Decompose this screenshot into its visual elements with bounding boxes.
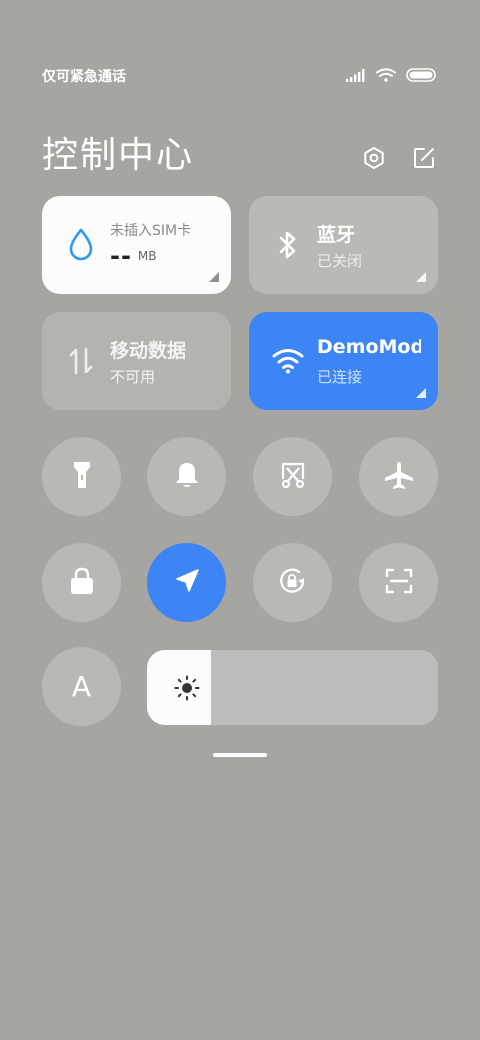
wifi-network-name: DemoMode — [317, 336, 421, 358]
bluetooth-label: 蓝牙 — [317, 224, 356, 246]
wifi-icon — [271, 344, 305, 378]
edit-icon[interactable] — [410, 144, 438, 172]
location-icon — [173, 567, 201, 599]
rotation-lock-toggle[interactable] — [253, 543, 332, 622]
expand-corner-icon — [209, 272, 219, 282]
wifi-icon — [376, 67, 396, 86]
data-usage-unit: MB — [137, 249, 157, 263]
expand-corner-icon — [416, 272, 426, 282]
expand-corner-icon — [416, 388, 426, 398]
scanner-toggle[interactable] — [359, 543, 438, 622]
carrier-text: 仅可紧急通话 — [42, 69, 126, 85]
notification-toggle[interactable] — [147, 437, 226, 516]
rotation-lock-icon — [277, 565, 309, 601]
bluetooth-tile[interactable]: 蓝牙 已关闭 — [249, 196, 438, 294]
scan-icon — [385, 567, 413, 599]
location-toggle[interactable] — [147, 543, 226, 622]
settings-icon[interactable] — [360, 144, 388, 172]
status-icons — [346, 67, 436, 86]
header-actions — [360, 144, 438, 172]
bluetooth-icon — [271, 228, 305, 262]
flashlight-toggle[interactable] — [42, 437, 121, 516]
mobile-data-status: 不可用 — [110, 368, 156, 386]
screenshot-toggle[interactable] — [253, 437, 332, 516]
wifi-status: 已连接 — [317, 368, 363, 386]
mobile-data-tile[interactable]: 移动数据 不可用 — [42, 312, 231, 410]
sun-icon — [173, 674, 201, 702]
home-indicator[interactable] — [213, 753, 267, 757]
data-usage-value: -- MB — [110, 242, 157, 270]
bluetooth-status: 已关闭 — [317, 252, 363, 270]
wifi-tile[interactable]: DemoMode 已连接 — [249, 312, 438, 410]
airplane-icon — [383, 460, 415, 494]
sim-status-text: 未插入SIM卡 — [110, 223, 192, 239]
data-usage-tile[interactable]: 未插入SIM卡 -- MB — [42, 196, 231, 294]
page-title: 控制中心 — [42, 135, 195, 176]
signal-icon — [346, 67, 366, 86]
screenshot-icon — [278, 460, 308, 494]
status-bar: 仅可紧急通话 — [42, 64, 436, 88]
flashlight-icon — [72, 460, 92, 494]
data-usage-number: -- — [110, 242, 132, 270]
bell-icon — [173, 460, 201, 494]
airplane-toggle[interactable] — [359, 437, 438, 516]
lock-icon — [69, 566, 95, 600]
data-arrows-icon — [64, 344, 98, 378]
brightness-slider[interactable] — [147, 650, 438, 725]
battery-icon — [406, 67, 436, 86]
font-size-toggle[interactable]: A — [42, 647, 121, 726]
water-drop-icon — [64, 228, 98, 262]
lock-screen-toggle[interactable] — [42, 543, 121, 622]
font-toggle-label: A — [71, 670, 92, 703]
mobile-data-label: 移动数据 — [110, 340, 187, 362]
